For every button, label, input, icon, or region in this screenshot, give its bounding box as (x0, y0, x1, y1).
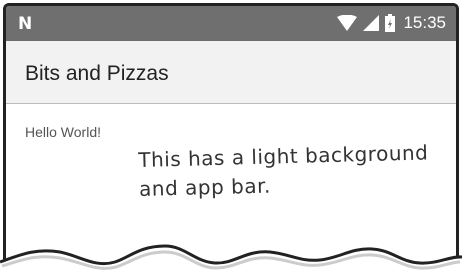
hello-world-text: Hello World! (25, 124, 101, 140)
status-icons: 15:35 (337, 13, 446, 33)
battery-icon (385, 14, 396, 32)
status-time: 15:35 (403, 13, 446, 32)
content-area: Hello World! This has a light background… (6, 104, 456, 272)
notification-n-icon: N (18, 14, 33, 34)
phone-screen: N 15:35 Bits and Pizzas Hello World! Thi… (3, 3, 459, 272)
annotation-line-2: and app bar. (138, 173, 272, 201)
app-bar: Bits and Pizzas (6, 41, 456, 104)
handwritten-annotation: This has a light background and app bar. (138, 138, 429, 204)
cell-signal-icon (363, 15, 380, 31)
wifi-icon (337, 15, 358, 31)
status-bar: N 15:35 (6, 6, 456, 41)
app-title: Bits and Pizzas (25, 62, 169, 85)
